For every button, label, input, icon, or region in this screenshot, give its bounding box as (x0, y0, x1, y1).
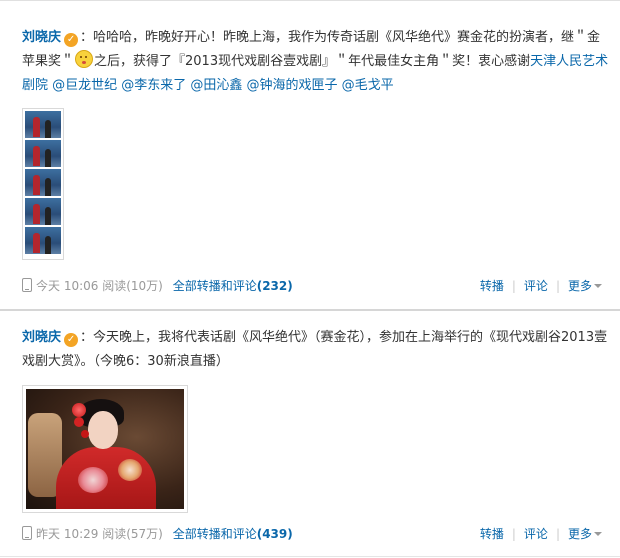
forward-button[interactable]: 转播 (480, 527, 504, 541)
image-thumbnail (25, 198, 61, 225)
post-1-reads: 阅读(10万) (102, 279, 163, 293)
post-2-time[interactable]: 昨天 10:29 (36, 527, 98, 541)
all-forwards-label: 全部转播和评论 (172, 527, 257, 541)
chevron-down-icon (594, 532, 602, 536)
top-divider (0, 0, 620, 1)
photo-content (26, 389, 184, 509)
post-1-image-strip[interactable] (22, 108, 64, 260)
more-label: 更多 (567, 279, 592, 293)
forward-button[interactable]: 转播 (480, 279, 504, 293)
image-thumbnail (25, 169, 61, 196)
all-forwards-count: (232) (256, 279, 293, 293)
post-1-time[interactable]: 今天 10:06 (36, 279, 98, 293)
post-2-reads: 阅读(57万) (102, 527, 163, 541)
separator: | (555, 279, 560, 293)
photo-hair-flower (72, 403, 86, 417)
post-divider (0, 309, 620, 311)
post-1-mentions[interactable]: @巨龙世纪 @李东来了 @田沁鑫 @钟海的戏匣子 @毛戈平 (52, 78, 394, 93)
post-2-text-part-1: ：今天晚上，我将代表话剧《风华绝代》（赛金花），参加在上海举行的《现代戏剧谷20… (22, 330, 608, 369)
post-2-all-forwards-link[interactable]: 全部转播和评论(439) (173, 527, 293, 541)
verified-badge-icon: ✓ (64, 333, 79, 347)
photo-embroidery (78, 467, 108, 493)
image-thumbnail (25, 227, 61, 254)
post-2-author[interactable]: 刘晓庆 (22, 330, 61, 345)
more-button[interactable]: 更多 (568, 527, 602, 541)
comment-button[interactable]: 评论 (524, 527, 548, 541)
all-forwards-count: (439) (256, 527, 293, 541)
more-button[interactable]: 更多 (568, 279, 602, 293)
post-1-author[interactable]: 刘晓庆 (22, 30, 61, 45)
comment-button[interactable]: 评论 (524, 279, 548, 293)
chevron-down-icon (594, 284, 602, 288)
image-thumbnail (25, 111, 61, 138)
post-1-actions: 转播 | 评论 | 更多 (480, 276, 602, 296)
separator: | (555, 527, 560, 541)
separator: | (511, 527, 516, 541)
image-thumbnail (25, 140, 61, 167)
post-1-action-bar: 今天 10:06 阅读(10万) 全部转播和评论(232) 转播 | 评论 | 更多 (22, 276, 610, 296)
post-2-action-bar: 昨天 10:29 阅读(57万) 全部转播和评论(439) 转播 | 评论 | 更多 (22, 524, 610, 544)
post-2-photo[interactable] (22, 385, 188, 513)
phone-icon (22, 526, 32, 540)
post-1-text: 刘晓庆 ✓ ：哈哈哈，昨晚好开心！昨晚上海，我作为传奇话剧《风华绝代》赛金花的扮演者… (22, 26, 610, 98)
post-2-actions: 转播 | 评论 | 更多 (480, 524, 602, 544)
post-1-all-forwards-link[interactable]: 全部转播和评论(232) (173, 279, 293, 293)
photo-embroidery (118, 459, 142, 481)
emoji-icon (75, 50, 94, 68)
all-forwards-label: 全部转播和评论 (172, 279, 257, 293)
more-label: 更多 (567, 527, 592, 541)
phone-icon (22, 278, 32, 292)
bottom-divider (0, 556, 620, 557)
post-1-text-part-2: 之后，获得了『2013现代戏剧谷壹戏剧』＂年代最佳女主角＂奖！衷心感谢 (94, 54, 531, 69)
verified-badge-icon: ✓ (64, 33, 79, 47)
photo-face (88, 411, 118, 449)
separator: | (511, 279, 516, 293)
post-2-text: 刘晓庆 ✓ ：今天晚上，我将代表话剧《风华绝代》（赛金花），参加在上海举行的《现代戏… (22, 326, 610, 374)
